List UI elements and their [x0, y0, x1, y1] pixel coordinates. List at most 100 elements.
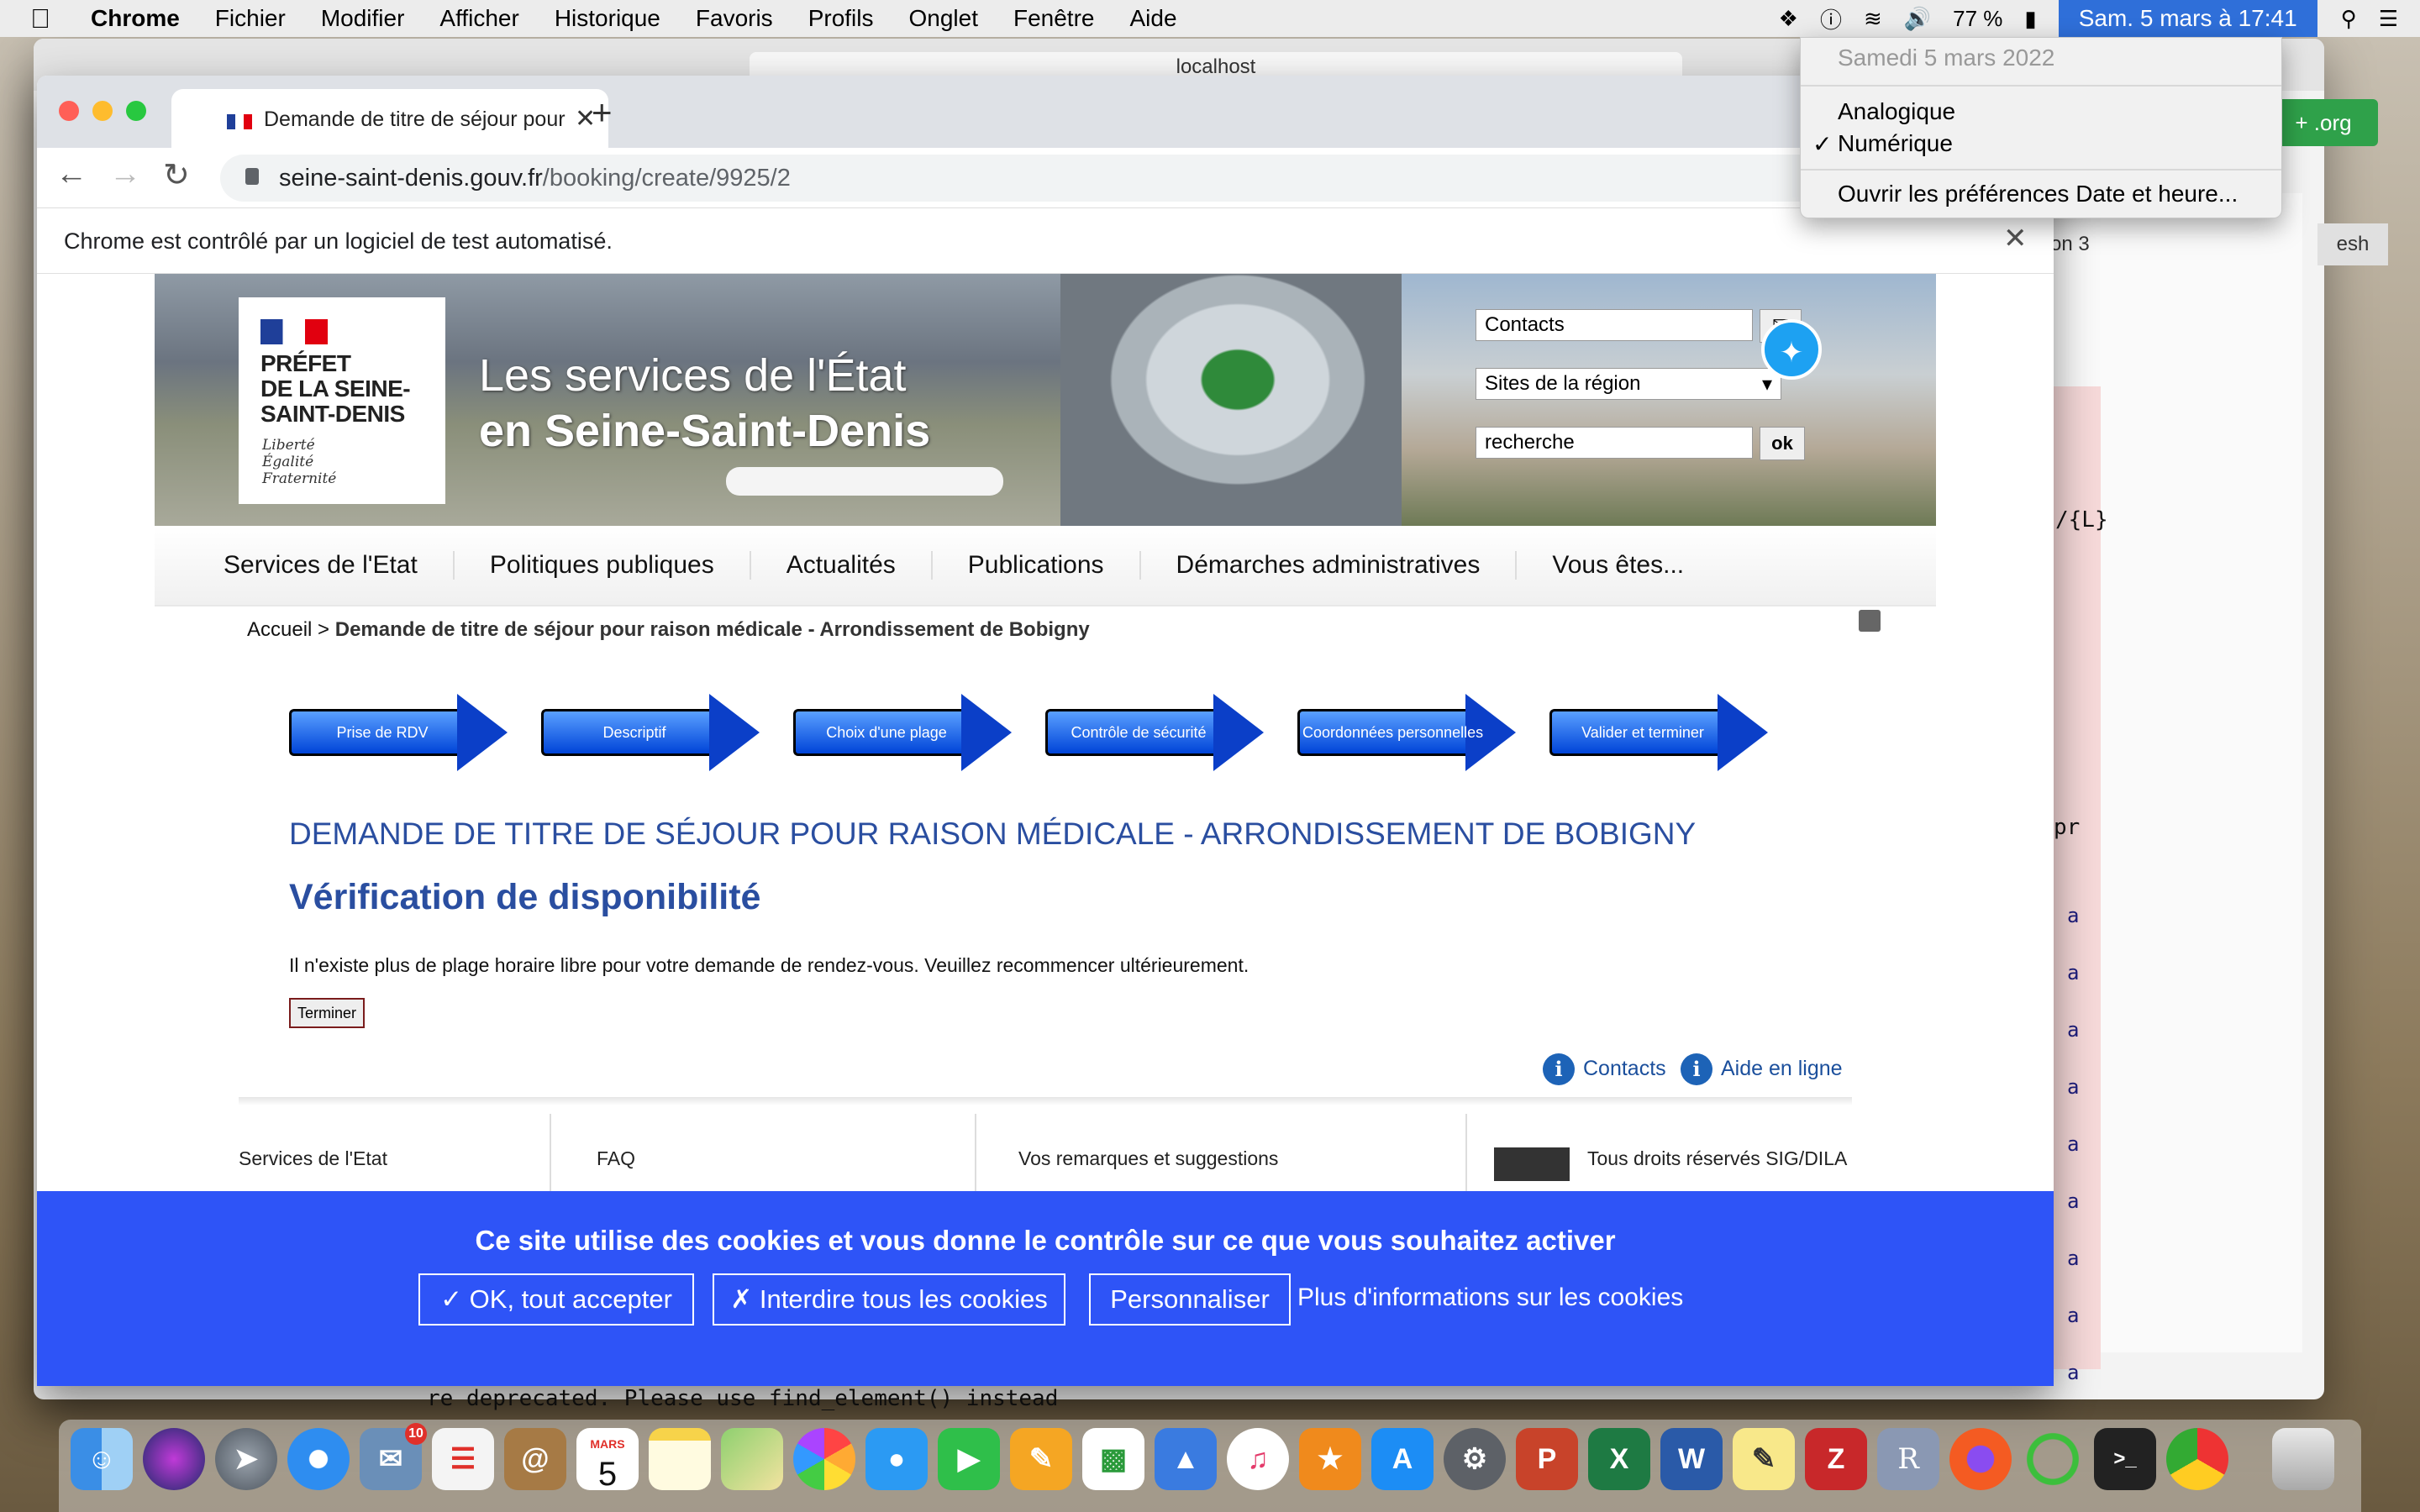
menu-item[interactable]: Historique — [555, 5, 660, 32]
apple-menu-icon[interactable]:  — [30, 3, 50, 34]
wifi-icon[interactable]: ≋ — [1864, 6, 1882, 32]
customize-cookies-button[interactable]: Personnaliser — [1089, 1273, 1291, 1326]
nav-item[interactable]: Services de l'Etat — [188, 551, 455, 580]
contacts-field[interactable]: Contacts — [1476, 309, 1753, 341]
contacts-link[interactable]: Contacts — [1583, 1057, 1666, 1081]
reload-icon[interactable]: ↻ — [163, 156, 190, 194]
menu-open-preferences[interactable]: Ouvrir les préférences Date et heure... — [1838, 181, 2238, 207]
menu-clock[interactable]: Sam. 5 mars à 17:41 — [2058, 0, 2317, 37]
background-code-line: a — [2067, 1075, 2080, 1099]
trash-icon[interactable] — [2272, 1428, 2334, 1490]
menu-app-name[interactable]: Chrome — [91, 5, 180, 32]
new-tab-icon[interactable]: + — [592, 92, 613, 133]
contacts-app-icon[interactable]: @ — [504, 1428, 566, 1490]
address-bar[interactable]: seine-saint-denis.gouv.fr/booking/create… — [220, 155, 2054, 202]
menu-item[interactable]: Favoris — [696, 5, 773, 32]
info-icon[interactable]: i — [1543, 1053, 1575, 1085]
minimize-window-icon[interactable] — [92, 101, 113, 121]
sync-app-icon[interactable] — [2022, 1428, 2084, 1490]
print-icon[interactable] — [1859, 610, 1881, 632]
footer-link[interactable]: FAQ — [597, 1147, 635, 1170]
keynote-icon[interactable]: ▲ — [1155, 1428, 1217, 1490]
firefox-icon[interactable] — [1949, 1428, 2012, 1490]
photos-icon[interactable] — [793, 1428, 855, 1490]
menu-option-analog[interactable]: Analogique — [1838, 98, 1955, 125]
itunes-icon[interactable]: ♫ — [1227, 1428, 1289, 1490]
reminders-icon[interactable]: ☰ — [432, 1428, 494, 1490]
prefecture-logo[interactable]: PRÉFET DE LA SEINE- SAINT-DENIS Liberté … — [239, 297, 445, 504]
notes-icon[interactable] — [649, 1428, 711, 1490]
page-heading: DEMANDE DE TITRE DE SÉJOUR POUR RAISON M… — [289, 816, 1697, 851]
background-green-button[interactable]: + .org — [2269, 99, 2378, 146]
menu-item[interactable]: Fichier — [215, 5, 286, 32]
menu-item[interactable]: Afficher — [439, 5, 518, 32]
spotlight-icon[interactable]: ⚲ — [2341, 6, 2357, 32]
close-window-icon[interactable] — [59, 101, 79, 121]
footer-link[interactable]: Services de l'Etat — [239, 1147, 387, 1170]
background-refresh-button[interactable]: esh — [2317, 223, 2388, 265]
background-tab-label[interactable]: on 3 — [2050, 223, 2134, 265]
breadcrumb-home[interactable]: Accueil — [247, 618, 312, 641]
nav-item[interactable]: Actualités — [751, 551, 933, 580]
siri-icon[interactable] — [143, 1428, 205, 1490]
twitter-icon[interactable]: ✦ — [1761, 319, 1822, 380]
battery-icon[interactable]: ▮ — [2024, 6, 2036, 32]
safari-icon[interactable] — [287, 1428, 350, 1490]
system-preferences-icon[interactable]: ⚙ — [1444, 1428, 1506, 1490]
menu-item[interactable]: Onglet — [908, 5, 978, 32]
search-ok-button[interactable]: ok — [1760, 427, 1805, 460]
excel-icon[interactable]: X — [1588, 1428, 1650, 1490]
menu-item[interactable]: Modifier — [321, 5, 405, 32]
zoom-window-icon[interactable] — [126, 101, 146, 121]
word-icon[interactable]: W — [1660, 1428, 1723, 1490]
launchpad-icon[interactable]: ➤ — [215, 1428, 277, 1490]
stickies-icon[interactable]: ✎ — [1733, 1428, 1795, 1490]
messages-icon[interactable]: ● — [865, 1428, 928, 1490]
mail-app-icon[interactable]: ✉ 10 — [360, 1423, 427, 1490]
finder-icon[interactable]: ☺ — [71, 1428, 133, 1490]
facetime-icon[interactable]: ▶ — [938, 1428, 1000, 1490]
books-icon[interactable]: ★ — [1299, 1428, 1361, 1490]
filezilla-icon[interactable]: Z — [1805, 1428, 1867, 1490]
nav-item[interactable]: Politiques publiques — [455, 551, 751, 580]
battery-percent[interactable]: 77 % — [1953, 6, 2002, 32]
clock-alert-icon[interactable]: ⓘ — [1820, 3, 1842, 34]
nav-item[interactable]: Publications — [933, 551, 1141, 580]
close-infobar-icon[interactable]: ✕ — [2003, 222, 2028, 255]
sites-region-select[interactable]: Sites de la région ▾ — [1476, 368, 1781, 400]
menu-item[interactable]: Aide — [1129, 5, 1176, 32]
cookie-info-link[interactable]: Plus d'informations sur les cookies — [1297, 1284, 1683, 1312]
powerpoint-icon[interactable]: P — [1516, 1428, 1578, 1490]
menu-item[interactable]: Fenêtre — [1013, 5, 1095, 32]
pages-icon[interactable]: ✎ — [1010, 1428, 1072, 1490]
browser-tab[interactable]: Demande de titre de séjour pour ✕ — [171, 89, 608, 148]
calendar-icon[interactable]: MARS 5 — [576, 1428, 639, 1490]
back-icon[interactable]: ← — [55, 156, 87, 192]
dropbox-icon[interactable]: ❖ — [1779, 6, 1798, 32]
info-icon[interactable]: i — [1681, 1053, 1712, 1085]
numbers-icon[interactable]: ▩ — [1082, 1428, 1144, 1490]
forward-icon[interactable]: → — [109, 156, 141, 192]
breadcrumb-separator: > — [312, 618, 335, 641]
help-link[interactable]: Aide en ligne — [1721, 1057, 1843, 1081]
r-app-icon[interactable]: R — [1877, 1428, 1939, 1490]
notification-center-icon[interactable]: ☰ — [2379, 6, 2398, 32]
maps-icon[interactable] — [721, 1428, 783, 1490]
terminal-icon[interactable]: >_ — [2094, 1428, 2156, 1490]
chrome-app-icon[interactable] — [2166, 1428, 2228, 1490]
nav-item[interactable]: Vous êtes... — [1517, 551, 1719, 580]
finish-button[interactable]: Terminer — [289, 998, 365, 1028]
search-input[interactable]: recherche — [1476, 427, 1753, 459]
nav-item[interactable]: Démarches administratives — [1141, 551, 1518, 580]
menu-item[interactable]: Profils — [808, 5, 874, 32]
footer-link[interactable]: Vos remarques et suggestions — [1018, 1147, 1278, 1170]
menu-option-digital[interactable]: Numérique — [1838, 130, 1953, 157]
lock-icon[interactable] — [245, 168, 259, 185]
deny-cookies-button[interactable]: ✗ Interdire tous les cookies — [713, 1273, 1065, 1326]
app-store-icon[interactable]: A — [1371, 1428, 1434, 1490]
background-code-line: a — [2067, 961, 2080, 984]
url-text[interactable]: seine-saint-denis.gouv.fr/booking/create… — [279, 165, 791, 192]
accept-cookies-button[interactable]: ✓ OK, tout accepter — [418, 1273, 694, 1326]
url-path: /booking/create/9925/2 — [542, 165, 791, 192]
volume-icon[interactable]: 🔊 — [1904, 6, 1931, 32]
